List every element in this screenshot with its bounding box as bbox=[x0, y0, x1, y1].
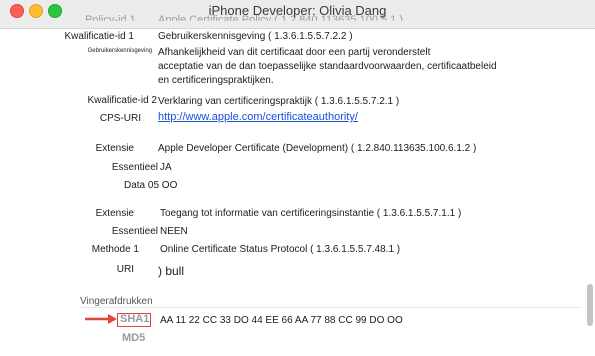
red-arrow-icon bbox=[85, 314, 117, 324]
qualifier-1-sublabel: Gebruikerskennisgeving bbox=[87, 48, 152, 54]
title-bar: Policy-id 1 Apple Certificate Policy ( 1… bbox=[0, 0, 595, 29]
vertical-scrollbar[interactable] bbox=[587, 284, 593, 326]
extension-1-data-label: Data 05 OO bbox=[124, 180, 178, 191]
sha1-value: AA 11 22 CC 33 DO 44 EE 66 AA 77 88 CC 9… bbox=[160, 315, 403, 326]
md5-label: MD5 bbox=[122, 332, 146, 344]
qualifier-1-text-line-2: acceptatie van de dan toepasselijke stan… bbox=[158, 61, 497, 72]
method-1-value: Online Certificate Status Protocol ( 1.3… bbox=[160, 244, 401, 255]
uri-label: URI bbox=[116, 264, 134, 275]
uri-value: ) bull bbox=[158, 264, 185, 278]
extension-1-critical-label: Essentieel bbox=[111, 162, 158, 173]
cps-uri-link[interactable]: http://www.apple.com/certificateauthorit… bbox=[158, 111, 358, 123]
extension-2-value: Toegang tot informatie van certificering… bbox=[160, 208, 462, 219]
window-title: iPhone Developer: Olivia Dang bbox=[208, 3, 387, 18]
qualifier-2-label: Kwalificatie-id 2 bbox=[87, 95, 157, 106]
cps-uri-label: CPS-URI bbox=[99, 113, 141, 124]
extension-2-critical-label: Essentieel bbox=[111, 226, 158, 237]
extension-1-label: Extensie bbox=[95, 143, 134, 154]
qualifier-1-label: Kwalificatie-id 1 bbox=[64, 31, 134, 42]
method-1-label: Methode 1 bbox=[91, 244, 139, 255]
extension-2-critical-value: NEEN bbox=[160, 226, 188, 237]
extension-1-critical-value: JA bbox=[160, 162, 172, 173]
certificate-details: Kwalificatie-id 1 Gebruikerskennisgeving… bbox=[0, 0, 595, 356]
fingerprints-divider bbox=[80, 307, 580, 308]
qualifier-1-text-line-1: Afhankelijkheid van dit certificaat door… bbox=[158, 47, 431, 58]
qualifier-1-value: Gebruikerskennisgeving ( 1.3.6.1.5.5.7.2… bbox=[158, 31, 353, 42]
sha1-label: SHA1 bbox=[120, 313, 150, 325]
qualifier-1-text-line-3: en certificeringspraktijken. bbox=[158, 75, 274, 86]
qualifier-2-value: Verklaring van certificeringspraktijk ( … bbox=[158, 96, 400, 107]
fingerprints-section-label: Vingerafdrukken bbox=[80, 296, 153, 307]
extension-1-value: Apple Developer Certificate (Development… bbox=[158, 143, 477, 154]
extension-2-label: Extensie bbox=[95, 208, 134, 219]
